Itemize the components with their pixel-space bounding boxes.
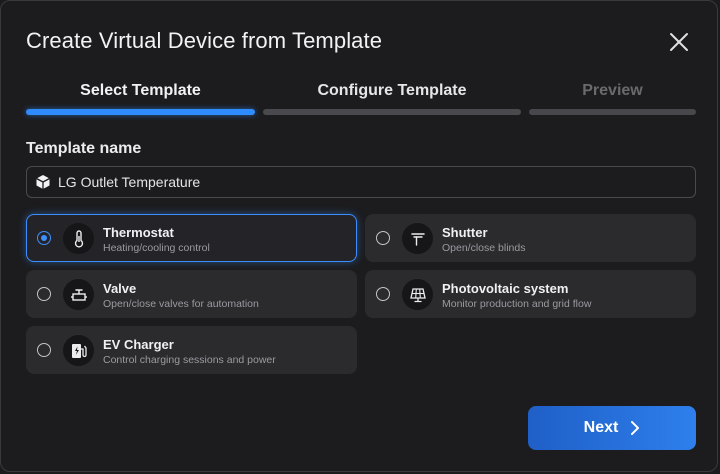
template-name: Thermostat (103, 225, 174, 240)
template-name-label: Template name (26, 140, 142, 157)
template-icon-badge (402, 279, 433, 310)
template-description: Open/close blinds (442, 242, 526, 254)
step-label: Select Template (80, 82, 201, 99)
radio-button[interactable] (37, 287, 51, 301)
template-description: Monitor production and grid flow (442, 298, 592, 310)
template-description: Control charging sessions and power (103, 354, 276, 366)
radio-button[interactable] (37, 343, 51, 357)
cube-icon (36, 175, 50, 189)
step-label: Configure Template (317, 82, 467, 99)
step-select-template[interactable]: Select Template (26, 81, 255, 117)
thermometer-icon (74, 229, 83, 248)
step-label: Preview (582, 82, 643, 99)
radio-button[interactable] (376, 231, 390, 245)
template-description: Heating/cooling control (103, 242, 210, 254)
template-card-ev-charger[interactable]: EV Charger Control charging sessions and… (26, 326, 357, 374)
step-configure-template[interactable]: Configure Template (263, 81, 521, 117)
stepper: Select Template Configure Template Previ… (26, 81, 696, 117)
template-name: Valve (103, 281, 137, 296)
close-icon (670, 33, 688, 51)
valve-icon (70, 288, 87, 301)
radio-button[interactable] (37, 231, 51, 245)
chevron-right-icon (631, 421, 640, 435)
template-description: Open/close valves for automation (103, 298, 259, 310)
dialog-title: Create Virtual Device from Template (26, 28, 383, 53)
create-virtual-device-dialog: Create Virtual Device from Template Sele… (0, 0, 718, 472)
next-button[interactable]: Next (528, 406, 696, 450)
template-name: Shutter (442, 225, 488, 240)
step-progress-bar (529, 109, 696, 115)
shutter-icon (410, 232, 425, 246)
template-card-photovoltaic-system[interactable]: Photovoltaic system Monitor production a… (365, 270, 696, 318)
template-icon-badge (402, 223, 433, 254)
template-card-thermostat[interactable]: Thermostat Heating/cooling control (26, 214, 357, 262)
step-preview: Preview (529, 81, 696, 117)
template-icon-badge (63, 335, 94, 366)
next-button-label: Next (583, 419, 619, 436)
close-button[interactable] (665, 28, 693, 56)
radio-button[interactable] (376, 287, 390, 301)
template-name-input[interactable] (58, 174, 695, 190)
template-card-valve[interactable]: Valve Open/close valves for automation (26, 270, 357, 318)
ev-charger-icon (71, 343, 87, 358)
template-card-shutter[interactable]: Shutter Open/close blinds (365, 214, 696, 262)
template-name: Photovoltaic system (442, 281, 569, 296)
template-icon-badge (63, 223, 94, 254)
step-progress-bar (263, 109, 521, 115)
solar-panel-icon (409, 287, 426, 302)
template-name-field[interactable] (26, 166, 696, 198)
template-icon-badge (63, 279, 94, 310)
template-name: EV Charger (103, 337, 174, 352)
step-progress-bar (26, 109, 255, 115)
